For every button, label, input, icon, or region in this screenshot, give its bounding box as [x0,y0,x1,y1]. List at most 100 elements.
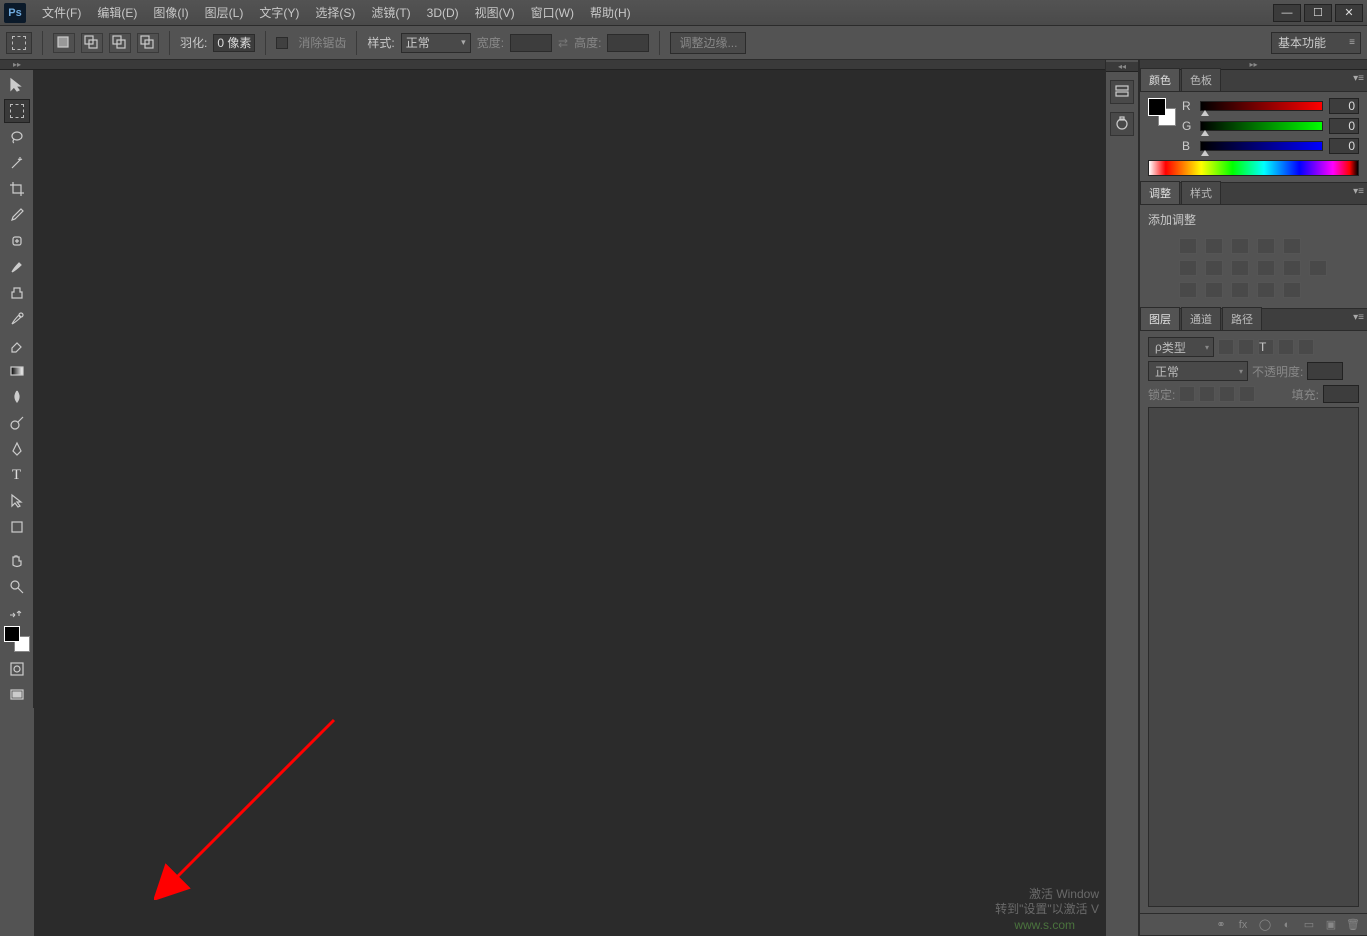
tool-history-brush[interactable] [4,307,30,331]
layers-panel-menu-icon[interactable]: ▾≡ [1353,312,1364,323]
menu-image[interactable]: 图像(I) [145,0,196,26]
tool-eyedropper[interactable] [4,203,30,227]
layer-mask-icon[interactable]: ◯ [1257,918,1273,932]
r-slider[interactable] [1200,101,1323,111]
adj-invert-icon[interactable] [1179,282,1197,298]
adj-posterize-icon[interactable] [1205,282,1223,298]
adj-lut-icon[interactable] [1309,260,1327,276]
lock-trans-icon[interactable] [1179,386,1195,402]
tab-channels[interactable]: 通道 [1181,307,1221,330]
tool-healing[interactable] [4,229,30,253]
tab-swatches[interactable]: 色板 [1181,68,1221,91]
toolbar-collapse-grip[interactable]: ▸▸ [0,60,34,70]
layer-fx-icon[interactable]: fx [1235,918,1251,932]
canvas-area[interactable]: 激活 Window 转到"设置"以激活 V www.s.com [34,60,1105,936]
color-spectrum[interactable] [1148,160,1359,176]
tool-magic-wand[interactable] [4,151,30,175]
close-button[interactable]: ✕ [1335,4,1363,22]
lock-all-icon[interactable] [1239,386,1255,402]
tool-marquee[interactable] [4,99,30,123]
tool-hand[interactable] [4,549,30,573]
swap-colors-icon[interactable] [4,609,30,621]
layer-filter-kind[interactable]: ρ 类型 [1148,337,1214,357]
dock-collapse-grip[interactable]: ◂◂ [1106,62,1138,72]
screen-mode-icon[interactable] [4,683,30,707]
menu-3d[interactable]: 3D(D) [419,0,467,26]
lock-paint-icon[interactable] [1199,386,1215,402]
tool-pen[interactable] [4,437,30,461]
new-layer-icon[interactable]: ▣ [1323,918,1339,932]
dock-history-icon[interactable] [1110,80,1134,104]
selection-add-icon[interactable] [81,33,103,53]
feather-input[interactable] [213,34,255,52]
g-value[interactable]: 0 [1329,118,1359,134]
new-adjust-layer-icon[interactable]: ◐ [1279,918,1295,932]
filter-type-icon[interactable]: T [1258,339,1274,355]
tool-crop[interactable] [4,177,30,201]
fill-field[interactable] [1323,385,1359,403]
dock-properties-icon[interactable] [1110,112,1134,136]
menu-select[interactable]: 选择(S) [307,0,363,26]
adjust-panel-menu-icon[interactable]: ▾≡ [1353,186,1364,197]
adj-threshold-icon[interactable] [1231,282,1249,298]
tab-styles[interactable]: 样式 [1181,181,1221,204]
tab-layers[interactable]: 图层 [1140,307,1180,330]
filter-smart-icon[interactable] [1298,339,1314,355]
menu-help[interactable]: 帮助(H) [582,0,639,26]
menu-edit[interactable]: 编辑(E) [89,0,145,26]
tool-shape[interactable] [4,515,30,539]
menu-type[interactable]: 文字(Y) [251,0,307,26]
foreground-color[interactable] [4,626,20,642]
tool-gradient[interactable] [4,359,30,383]
tool-path-select[interactable] [4,489,30,513]
delete-layer-icon[interactable]: 🗑 [1345,918,1361,932]
tab-adjustments[interactable]: 调整 [1140,181,1180,204]
filter-adjust-icon[interactable] [1238,339,1254,355]
b-value[interactable]: 0 [1329,138,1359,154]
g-slider[interactable] [1200,121,1323,131]
adj-channel-mixer-icon[interactable] [1283,260,1301,276]
color-panel-menu-icon[interactable]: ▾≡ [1353,73,1364,84]
menu-window[interactable]: 窗口(W) [523,0,582,26]
style-select[interactable]: 正常 [401,33,471,53]
adj-bw-icon[interactable] [1231,260,1249,276]
selection-subtract-icon[interactable] [109,33,131,53]
menu-view[interactable]: 视图(V) [467,0,523,26]
tool-blur[interactable] [4,385,30,409]
blend-mode-select[interactable]: 正常 [1148,361,1248,381]
tool-eraser[interactable] [4,333,30,357]
tool-zoom[interactable] [4,575,30,599]
lock-pos-icon[interactable] [1219,386,1235,402]
selection-intersect-icon[interactable] [137,33,159,53]
tool-clone[interactable] [4,281,30,305]
adj-exposure-icon[interactable] [1257,238,1275,254]
filter-shape-icon[interactable] [1278,339,1294,355]
tool-preset-picker[interactable] [6,32,32,54]
r-value[interactable]: 0 [1329,98,1359,114]
adj-photo-filter-icon[interactable] [1257,260,1275,276]
adj-hue2-icon[interactable] [1179,260,1197,276]
link-layers-icon[interactable]: ⚭ [1213,918,1229,932]
adj-levels-icon[interactable] [1205,238,1223,254]
tab-paths[interactable]: 路径 [1222,307,1262,330]
panel-color-swatches[interactable] [1148,98,1176,126]
opacity-field[interactable] [1307,362,1343,380]
new-group-icon[interactable]: ▭ [1301,918,1317,932]
layer-list[interactable] [1148,407,1359,907]
selection-new-icon[interactable] [53,33,75,53]
tool-type[interactable]: T [4,463,30,487]
filter-pixel-icon[interactable] [1218,339,1234,355]
tool-move[interactable] [4,73,30,97]
tab-color[interactable]: 颜色 [1140,68,1180,91]
color-swatches[interactable] [4,626,30,652]
quickmask-icon[interactable] [4,657,30,681]
menu-filter[interactable]: 滤镜(T) [363,0,418,26]
b-slider[interactable] [1200,141,1323,151]
menu-layer[interactable]: 图层(L) [197,0,252,26]
adj-colorbalance-icon[interactable] [1205,260,1223,276]
tool-brush[interactable] [4,255,30,279]
tool-dodge[interactable] [4,411,30,435]
maximize-button[interactable]: ☐ [1304,4,1332,22]
menu-file[interactable]: 文件(F) [34,0,89,26]
adj-curves-icon[interactable] [1231,238,1249,254]
